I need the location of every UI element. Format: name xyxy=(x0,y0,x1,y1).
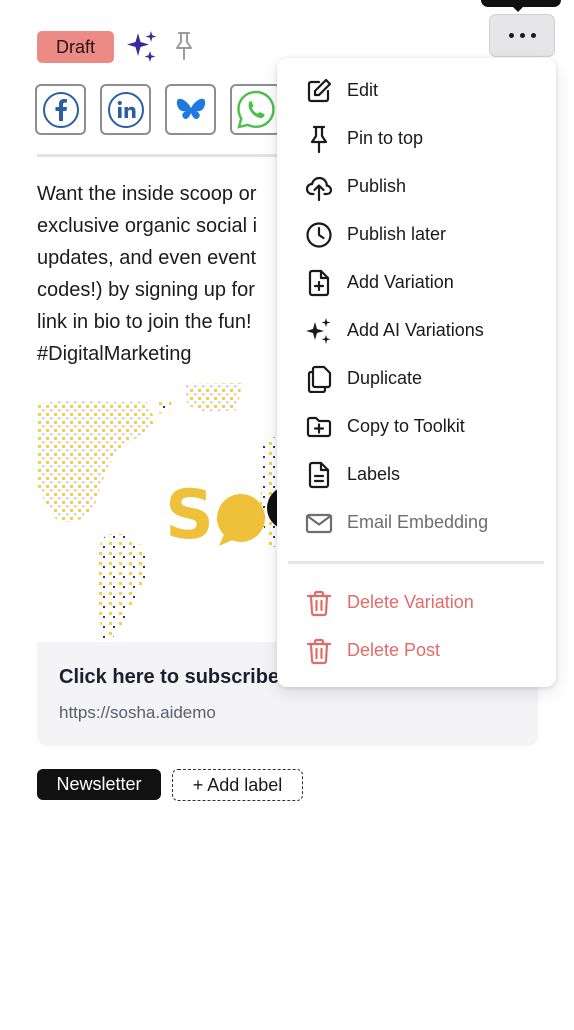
file-text-icon xyxy=(308,461,330,489)
more-options-button[interactable] xyxy=(489,14,555,57)
menu-item-label: Delete Post xyxy=(347,640,441,660)
facebook-button[interactable] xyxy=(35,84,86,135)
social-platforms xyxy=(35,84,281,135)
menu-item-label: Duplicate xyxy=(347,368,423,388)
link-preview-title: Click here to subscribe xyxy=(59,666,280,688)
trash-icon xyxy=(306,638,332,665)
menu-item-duplicate[interactable]: Duplicate xyxy=(277,357,556,401)
menu-item-label: Email Embedding xyxy=(347,512,489,532)
menu-item-add-variation[interactable]: Add Variation xyxy=(277,261,556,305)
post-options-menu: Edit Pin to top Publish Publish later Ad… xyxy=(277,58,556,687)
menu-item-label: Delete Variation xyxy=(347,592,474,612)
divider xyxy=(37,154,287,157)
menu-item-add-ai-variations[interactable]: Add AI Variations xyxy=(277,309,556,353)
menu-item-label: Pin to top xyxy=(347,128,424,148)
menu-item-publish[interactable]: Publish xyxy=(277,165,556,209)
menu-item-label: Publish later xyxy=(347,224,447,244)
duplicate-icon xyxy=(307,365,332,393)
sparkles-icon xyxy=(306,318,331,344)
linkedin-icon xyxy=(107,91,144,128)
whatsapp-button[interactable] xyxy=(230,84,281,135)
tooltip-arrow xyxy=(512,6,524,12)
status-badge: Draft xyxy=(37,31,114,63)
add-label-button[interactable]: + Add label xyxy=(172,769,303,801)
link-preview-url: https://sosha.aidemo xyxy=(59,703,216,722)
menu-item-delete-variation[interactable]: Delete Variation xyxy=(277,581,556,625)
menu-item-label: Add Variation xyxy=(347,272,454,292)
menu-item-label: Add AI Variations xyxy=(347,320,484,340)
bluesky-icon xyxy=(176,98,205,119)
facebook-icon xyxy=(42,91,79,128)
ellipsis-icon xyxy=(508,33,514,38)
menu-item-delete-post[interactable]: Delete Post xyxy=(277,629,556,673)
file-plus-icon xyxy=(308,269,330,297)
label-chip[interactable]: Newsletter xyxy=(37,769,161,800)
menu-item-edit[interactable]: Edit xyxy=(277,69,556,113)
edit-icon xyxy=(307,78,332,103)
mail-icon xyxy=(305,513,333,534)
menu-item-pin-to-top[interactable]: Pin to top xyxy=(277,117,556,161)
linkedin-button[interactable] xyxy=(100,84,151,135)
menu-item-copy-to-toolkit[interactable]: Copy to Toolkit xyxy=(277,405,556,449)
sparkles-icon[interactable] xyxy=(124,29,160,65)
menu-item-labels[interactable]: Labels xyxy=(277,453,556,497)
whatsapp-icon xyxy=(236,90,275,129)
menu-item-publish-later[interactable]: Publish later xyxy=(277,213,556,257)
menu-item-label: Labels xyxy=(347,464,401,484)
svg-text:S: S xyxy=(165,476,214,555)
folder-plus-icon xyxy=(306,416,332,438)
menu-item-label: Edit xyxy=(347,80,379,100)
menu-item-email-embedding[interactable]: Email Embedding xyxy=(277,501,556,545)
cloud-upload-icon xyxy=(305,176,333,201)
bluesky-button[interactable] xyxy=(165,84,216,135)
trash-icon xyxy=(306,590,332,617)
post-image[interactable]: S xyxy=(37,380,287,642)
menu-item-label: Publish xyxy=(347,176,407,196)
pin-icon xyxy=(310,125,328,153)
menu-item-label: Copy to Toolkit xyxy=(347,416,465,436)
clock-icon xyxy=(306,222,332,248)
menu-divider xyxy=(288,561,544,564)
pin-icon[interactable] xyxy=(172,31,196,61)
